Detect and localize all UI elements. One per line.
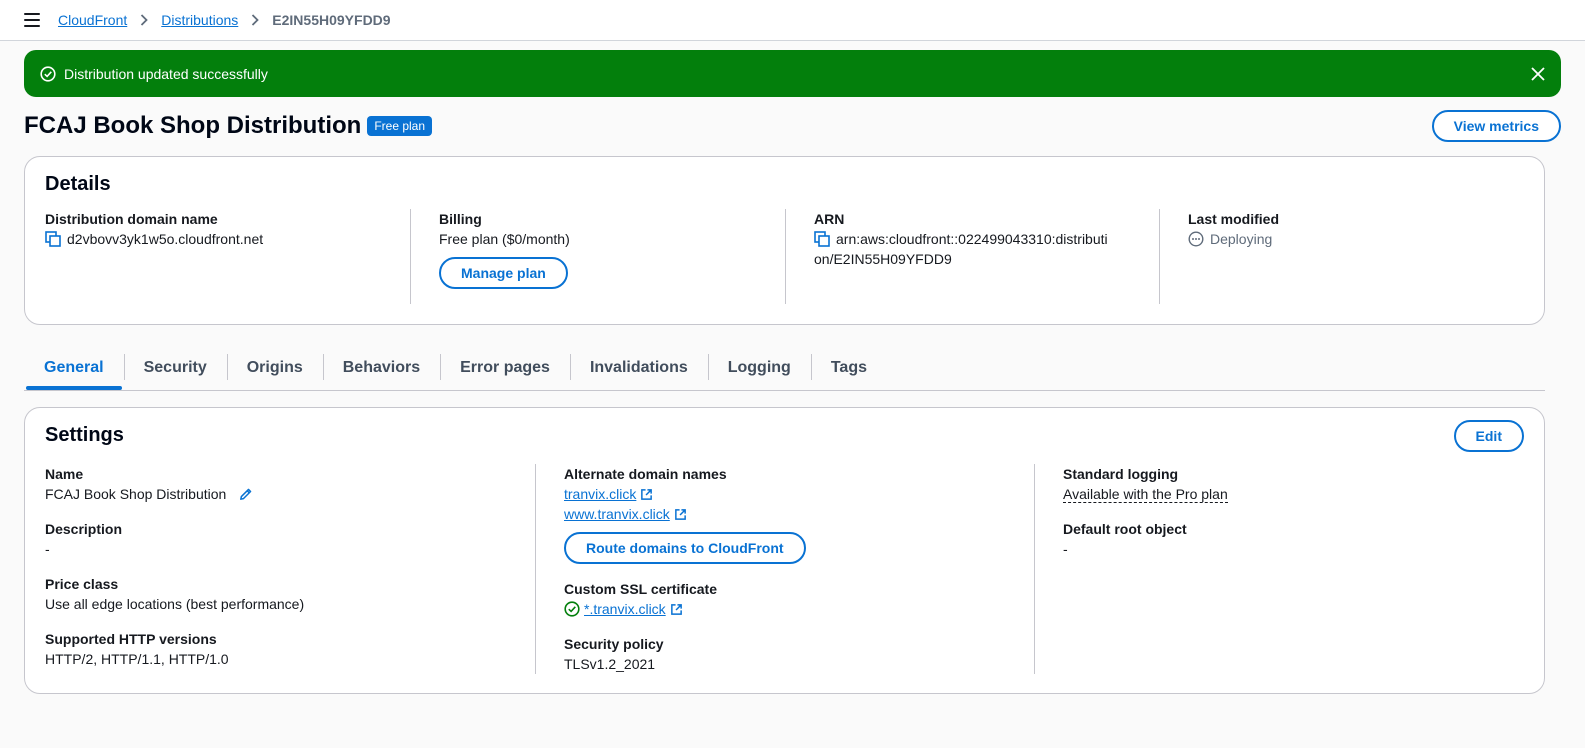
settings-panel: Settings Edit Name FCAJ Book Shop Distri…	[24, 407, 1545, 694]
domain-value-row: d2vbovv3yk1w5o.cloudfront.net	[45, 229, 405, 249]
breadcrumb-distributions[interactable]: Distributions	[161, 12, 238, 28]
http-versions-value: HTTP/2, HTTP/1.1, HTTP/1.0	[45, 651, 229, 667]
breadcrumb-cloudfront[interactable]: CloudFront	[58, 12, 127, 28]
last-modified-value: Deploying	[1210, 231, 1273, 247]
alt-domains-field: Alternate domain names tranvix.click www…	[564, 464, 1024, 564]
tab-security[interactable]: Security	[123, 348, 227, 388]
column-divider	[410, 209, 411, 304]
billing-value: Free plan ($0/month)	[439, 231, 570, 247]
arn-value-line1: arn:aws:cloudfront::022499043310:distrib…	[836, 231, 1108, 247]
chevron-right-icon	[140, 14, 149, 26]
top-navigation-bar: CloudFront Distributions E2IN55H09YFDD9	[0, 0, 1585, 41]
http-versions-field: Supported HTTP versions HTTP/2, HTTP/1.1…	[45, 629, 525, 669]
external-link-icon[interactable]	[670, 603, 683, 616]
manage-plan-button[interactable]: Manage plan	[439, 257, 568, 289]
edit-settings-button[interactable]: Edit	[1453, 420, 1524, 452]
details-heading: Details	[45, 173, 111, 195]
settings-heading: Settings	[45, 424, 124, 446]
default-root-label: Default root object	[1063, 521, 1187, 537]
menu-icon[interactable]	[24, 13, 40, 27]
billing-column: Billing Free plan ($0/month) Manage plan	[439, 209, 779, 304]
external-link-icon[interactable]	[674, 508, 687, 521]
column-divider	[1034, 464, 1035, 674]
distribution-tabs: General Security Origins Behaviors Error…	[24, 348, 1545, 391]
description-field: Description -	[45, 519, 525, 559]
security-policy-field: Security policy TLSv1.2_2021	[564, 634, 1024, 674]
ssl-value-row: *.tranvix.click	[564, 599, 1024, 619]
breadcrumb: CloudFront Distributions E2IN55H09YFDD9	[58, 12, 391, 28]
success-check-icon	[40, 65, 56, 82]
standard-logging-value[interactable]: Available with the Pro plan	[1063, 486, 1228, 503]
page-header: FCAJ Book Shop Distribution Free plan Vi…	[24, 110, 1561, 142]
price-class-field: Price class Use all edge locations (best…	[45, 574, 525, 614]
external-link-icon[interactable]	[640, 488, 653, 501]
name-field: Name FCAJ Book Shop Distribution	[45, 464, 525, 504]
price-class-label: Price class	[45, 576, 119, 592]
alt-domain-row: www.tranvix.click	[564, 504, 1024, 524]
settings-column-2: Alternate domain names tranvix.click www…	[564, 464, 1024, 674]
last-modified-column: Last modified Deploying	[1188, 209, 1518, 304]
name-value: FCAJ Book Shop Distribution	[45, 486, 227, 502]
tab-behaviors[interactable]: Behaviors	[322, 348, 440, 388]
alt-domain-link[interactable]: tranvix.click	[564, 486, 636, 502]
domain-label: Distribution domain name	[45, 211, 218, 227]
last-modified-label: Last modified	[1188, 211, 1280, 227]
name-value-row: FCAJ Book Shop Distribution	[45, 484, 525, 504]
plan-badge: Free plan	[367, 116, 433, 136]
copy-icon[interactable]	[814, 231, 830, 247]
alt-domain-link[interactable]: www.tranvix.click	[564, 506, 670, 522]
domain-column: Distribution domain name d2vbovv3yk1w5o.…	[45, 209, 405, 304]
name-label: Name	[45, 466, 84, 482]
settings-column-3: Standard logging Available with the Pro …	[1063, 464, 1503, 674]
domain-value: d2vbovv3yk1w5o.cloudfront.net	[67, 231, 264, 247]
tab-general[interactable]: General	[24, 348, 124, 390]
arn-value-line2: on/E2IN55H09YFDD9	[814, 251, 952, 267]
tab-origins[interactable]: Origins	[226, 348, 323, 388]
alt-domains-label: Alternate domain names	[564, 466, 727, 482]
column-divider	[535, 464, 536, 674]
success-check-icon	[564, 601, 580, 617]
default-root-value: -	[1063, 541, 1068, 557]
ssl-label: Custom SSL certificate	[564, 581, 718, 597]
settings-column-1: Name FCAJ Book Shop Distribution Descrip…	[45, 464, 525, 674]
tab-logging[interactable]: Logging	[707, 348, 811, 388]
tab-error-pages[interactable]: Error pages	[440, 348, 570, 388]
tab-invalidations[interactable]: Invalidations	[569, 348, 708, 388]
flash-message: Distribution updated successfully	[64, 65, 268, 82]
security-policy-value: TLSv1.2_2021	[564, 656, 656, 672]
standard-logging-label: Standard logging	[1063, 466, 1179, 482]
description-label: Description	[45, 521, 123, 537]
arn-column: ARN arn:aws:cloudfront::022499043310:dis…	[814, 209, 1159, 304]
billing-label: Billing	[439, 211, 482, 227]
price-class-value: Use all edge locations (best performance…	[45, 596, 305, 612]
ssl-field: Custom SSL certificate *.tranvix.click	[564, 579, 1024, 619]
details-panel: Details Distribution domain name d2vbovv…	[24, 156, 1545, 325]
pencil-icon[interactable]	[238, 487, 253, 502]
tab-tags[interactable]: Tags	[810, 348, 887, 388]
close-icon[interactable]	[1531, 66, 1545, 81]
default-root-field: Default root object -	[1063, 519, 1503, 559]
breadcrumb-current: E2IN55H09YFDD9	[272, 12, 391, 28]
arn-value-row: arn:aws:cloudfront::022499043310:distrib…	[814, 229, 1159, 249]
column-divider	[785, 209, 786, 304]
copy-icon[interactable]	[45, 231, 61, 247]
route-domains-button[interactable]: Route domains to CloudFront	[564, 532, 806, 564]
alt-domain-row: tranvix.click	[564, 484, 1024, 504]
security-policy-label: Security policy	[564, 636, 664, 652]
chevron-right-icon	[251, 14, 260, 26]
pending-icon	[1188, 231, 1204, 247]
description-value: -	[45, 541, 50, 557]
http-versions-label: Supported HTTP versions	[45, 631, 217, 647]
last-modified-value-row: Deploying	[1188, 229, 1518, 249]
page-title: FCAJ Book Shop Distribution	[24, 112, 362, 139]
arn-label: ARN	[814, 211, 845, 227]
success-flashbar: Distribution updated successfully	[24, 50, 1561, 97]
column-divider	[1159, 209, 1160, 304]
view-metrics-button[interactable]: View metrics	[1431, 110, 1561, 142]
standard-logging-field: Standard logging Available with the Pro …	[1063, 464, 1503, 504]
ssl-certificate-link[interactable]: *.tranvix.click	[584, 599, 666, 619]
